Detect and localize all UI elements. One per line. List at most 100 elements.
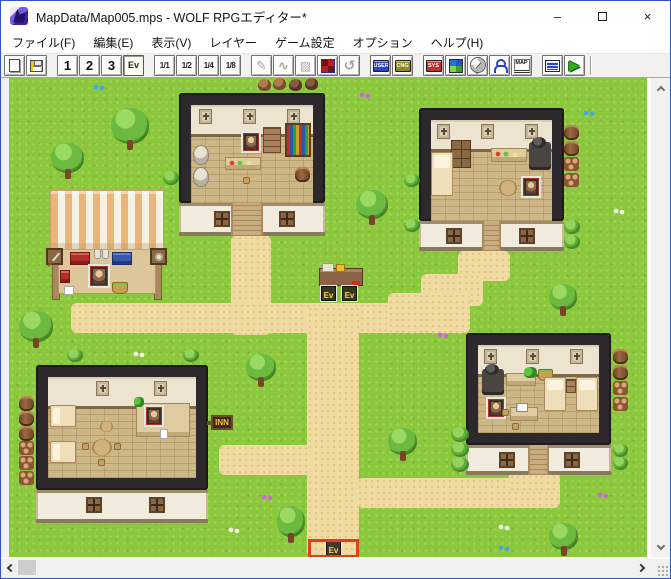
stamp-icon: [320, 58, 335, 73]
horizontal-scroll-thumb[interactable]: [18, 560, 36, 575]
bush: [404, 174, 420, 187]
user-db-button-label: USER: [372, 59, 389, 72]
inn-sign: INN: [207, 415, 233, 430]
barrel: [613, 349, 628, 364]
pen-tool-button: [251, 55, 272, 76]
tile-stamp-button[interactable]: [317, 55, 338, 76]
user-db-button[interactable]: USER: [370, 55, 391, 76]
minimize-button[interactable]: –: [535, 1, 580, 31]
rectfill-icon: [300, 57, 311, 75]
menu-item-2[interactable]: 編集(E): [84, 31, 142, 53]
bush: [451, 427, 469, 442]
scroll-down-button[interactable]: [651, 539, 670, 555]
resize-grip[interactable]: [656, 564, 668, 576]
house-top-right: [419, 108, 564, 251]
save-button[interactable]: [26, 55, 47, 76]
close-button[interactable]: ×: [625, 1, 670, 31]
event-marker-label: Ev: [323, 291, 334, 300]
zoom-1-4-button-label: 1/4: [203, 60, 214, 70]
zoom-1-1-button[interactable]: 1/1: [154, 55, 175, 76]
zoom-1-8-button[interactable]: 1/8: [220, 55, 241, 76]
flower-white: [133, 351, 145, 359]
barrel: [19, 426, 34, 441]
system-settings-button[interactable]: [467, 55, 488, 76]
tree: [246, 354, 276, 387]
inn-sign-label: INN: [215, 417, 229, 427]
layer-1-button[interactable]: 1: [57, 55, 78, 76]
layer-2-button[interactable]: 2: [79, 55, 100, 76]
flower-white: [228, 527, 240, 535]
menu-item-6[interactable]: オプション: [344, 31, 422, 53]
map-select-button[interactable]: MAP: [511, 55, 532, 76]
event-marker[interactable]: Ev: [320, 285, 337, 302]
bush: [163, 171, 179, 185]
map-canvas[interactable]: INN Ev Ev Ev: [9, 78, 647, 557]
map-chip-settings-button[interactable]: [445, 55, 466, 76]
test-play-button[interactable]: [564, 55, 585, 76]
squiggle-icon: [278, 57, 289, 75]
menu-item-3[interactable]: 表示(V): [142, 31, 200, 53]
barrel: [613, 365, 628, 380]
tree: [356, 190, 388, 225]
vertical-scrollbar[interactable]: [651, 78, 670, 557]
system-db-button[interactable]: SYS: [423, 55, 444, 76]
bush: [67, 349, 83, 362]
barrel: [19, 396, 34, 411]
new-map-button[interactable]: [4, 55, 25, 76]
scrollbar-corner: [651, 557, 670, 578]
flower-purple: [359, 92, 371, 100]
tree: [549, 284, 577, 316]
event-portrait: [241, 131, 261, 153]
horizontal-scrollbar[interactable]: [1, 557, 651, 578]
maximize-button[interactable]: [580, 1, 625, 31]
house-top-center: [179, 93, 325, 236]
bush: [613, 457, 628, 470]
maximize-icon: [598, 11, 607, 21]
zoom-1-4-button[interactable]: 1/4: [198, 55, 219, 76]
layer-2-button-label: 2: [85, 58, 94, 73]
event-portrait: [521, 176, 541, 198]
house-bottom-right: [466, 333, 611, 475]
event-marker[interactable]: Ev: [341, 285, 358, 302]
changeable-db-button[interactable]: CNG: [392, 55, 413, 76]
menu-item-5[interactable]: ゲーム設定: [266, 31, 344, 53]
menu-item-7[interactable]: ヘルプ(H): [422, 31, 493, 53]
scroll-right-button[interactable]: [635, 559, 650, 576]
rect-fill-tool-button: [295, 55, 316, 76]
zoom-1-2-button-label: 1/2: [181, 60, 192, 70]
scroll-up-button[interactable]: [651, 80, 670, 96]
scroll-left-button[interactable]: [2, 559, 17, 576]
common-events-button[interactable]: [489, 55, 510, 76]
app-window: MapData/Map005.mps - WOLF RPGエディター* – × …: [0, 0, 671, 579]
event-layer-button[interactable]: Ev: [123, 55, 144, 76]
bush: [613, 444, 628, 457]
menu-item-4[interactable]: レイヤー: [200, 31, 266, 53]
sand-path-segment: [219, 445, 311, 475]
zoom-1-8-button-label: 1/8: [225, 60, 236, 70]
menu-item-1[interactable]: ファイル(F): [3, 31, 84, 53]
bush: [451, 457, 469, 472]
layer-3-button[interactable]: 3: [101, 55, 122, 76]
tree: [19, 311, 53, 348]
flower-blue: [583, 110, 595, 118]
layer-1-button-label: 1: [63, 58, 72, 73]
barrel: [564, 125, 579, 140]
log-pile: [564, 157, 579, 171]
tree: [549, 523, 578, 556]
menu-bar: ファイル(F) 編集(E) 表示(V) レイヤー ゲーム設定 オプション ヘルプ(H): [1, 31, 670, 53]
flower-blue: [93, 84, 105, 92]
tree: [111, 108, 149, 150]
mushroom: [273, 78, 286, 90]
sword-sign-icon: [46, 248, 63, 265]
tree: [277, 506, 305, 543]
wolf-app-icon: [10, 7, 28, 25]
log-pile: [19, 471, 34, 485]
bush: [183, 349, 199, 362]
evs-icon: [492, 58, 508, 73]
new-icon: [9, 59, 20, 72]
shield-sign-icon: [150, 248, 167, 265]
flower-white: [613, 208, 625, 216]
game-settings-button[interactable]: [542, 55, 563, 76]
zoom-1-2-button[interactable]: 1/2: [176, 55, 197, 76]
undo-icon: [344, 57, 356, 75]
